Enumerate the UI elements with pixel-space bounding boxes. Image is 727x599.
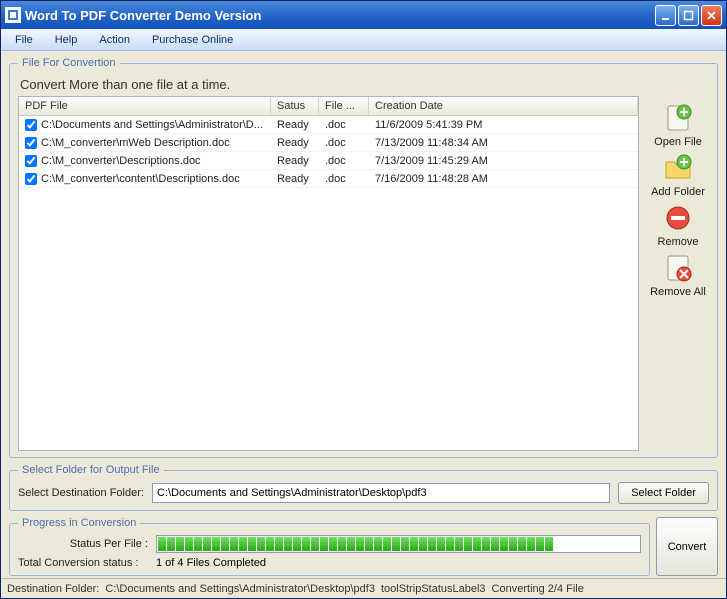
row-status: Ready <box>271 172 319 186</box>
row-created: 11/6/2009 5:41:39 PM <box>369 118 638 132</box>
table-row[interactable]: C:\M_converter\mWeb Description.doc Ready… <box>19 134 638 152</box>
maximize-button[interactable] <box>678 5 699 26</box>
open-file-label: Open File <box>654 136 702 148</box>
file-conversion-group: File For Convertion Convert More than on… <box>9 57 718 458</box>
table-body: C:\Documents and Settings\Administrator\… <box>19 116 638 188</box>
row-checkbox[interactable] <box>25 137 37 149</box>
client-area: File For Convertion Convert More than on… <box>1 51 726 578</box>
status-dest-value: C:\Documents and Settings\Administrator\… <box>105 583 375 595</box>
side-actions: Open File Add Folder Remove Remove All <box>647 96 709 451</box>
row-status: Ready <box>271 118 319 132</box>
menu-file[interactable]: File <box>5 31 43 49</box>
progress-group-legend: Progress in Conversion <box>18 517 140 529</box>
destination-label: Select Destination Folder: <box>18 487 144 499</box>
destination-input[interactable] <box>152 483 610 503</box>
convert-button[interactable]: Convert <box>656 517 718 576</box>
remove-button[interactable]: Remove <box>658 202 699 248</box>
row-checkbox[interactable] <box>25 119 37 131</box>
add-folder-button[interactable]: Add Folder <box>651 152 705 198</box>
remove-all-label: Remove All <box>650 286 706 298</box>
row-type: .doc <box>319 136 369 150</box>
minimize-button[interactable] <box>655 5 676 26</box>
row-type: .doc <box>319 154 369 168</box>
menubar: File Help Action Purchase Online <box>1 29 726 51</box>
row-created: 7/13/2009 11:48:34 AM <box>369 136 638 150</box>
table-header: PDF File Satus File ... Creation Date <box>19 97 638 116</box>
row-created: 7/16/2009 11:48:28 AM <box>369 172 638 186</box>
file-group-subtitle: Convert More than one file at a time. <box>20 77 709 92</box>
menu-help[interactable]: Help <box>45 31 88 49</box>
open-file-button[interactable]: Open File <box>654 102 702 148</box>
row-file: C:\M_converter\Descriptions.doc <box>41 155 201 167</box>
status-converting: Converting 2/4 File <box>492 583 584 595</box>
row-checkbox[interactable] <box>25 173 37 185</box>
row-checkbox[interactable] <box>25 155 37 167</box>
convert-label: Convert <box>668 541 707 553</box>
row-created: 7/13/2009 11:45:29 AM <box>369 154 638 168</box>
row-file: C:\M_converter\mWeb Description.doc <box>41 137 230 149</box>
window-title: Word To PDF Converter Demo Version <box>25 8 655 23</box>
row-type: .doc <box>319 118 369 132</box>
close-button[interactable] <box>701 5 722 26</box>
app-window: Word To PDF Converter Demo Version File … <box>0 0 727 599</box>
progress-group: Progress in Conversion Status Per File :… <box>9 517 650 576</box>
remove-label: Remove <box>658 236 699 248</box>
status-per-file-label: Status Per File : <box>18 538 148 550</box>
remove-all-button[interactable]: Remove All <box>650 252 706 298</box>
add-folder-label: Add Folder <box>651 186 705 198</box>
output-folder-group: Select Folder for Output File Select Des… <box>9 464 718 511</box>
app-icon <box>5 7 21 23</box>
menu-purchase[interactable]: Purchase Online <box>142 31 243 49</box>
output-group-legend: Select Folder for Output File <box>18 464 164 476</box>
col-created[interactable]: Creation Date <box>369 97 638 115</box>
file-group-legend: File For Convertion <box>18 57 120 69</box>
progress-bar <box>156 535 641 553</box>
status-strip: toolStripStatusLabel3 <box>381 583 486 595</box>
select-folder-button[interactable]: Select Folder <box>618 482 709 504</box>
window-controls <box>655 5 722 26</box>
table-row[interactable]: C:\Documents and Settings\Administrator\… <box>19 116 638 134</box>
open-file-icon <box>662 102 694 134</box>
row-status: Ready <box>271 154 319 168</box>
file-table[interactable]: PDF File Satus File ... Creation Date C:… <box>18 96 639 451</box>
col-file[interactable]: PDF File <box>19 97 271 115</box>
add-folder-icon <box>662 152 694 184</box>
row-status: Ready <box>271 136 319 150</box>
table-row[interactable]: C:\M_converter\Descriptions.doc Ready.doc… <box>19 152 638 170</box>
total-status-value: 1 of 4 Files Completed <box>156 557 266 569</box>
remove-icon <box>662 202 694 234</box>
titlebar[interactable]: Word To PDF Converter Demo Version <box>1 1 726 29</box>
col-status[interactable]: Satus <box>271 97 319 115</box>
total-status-label: Total Conversion status : <box>18 557 148 569</box>
row-type: .doc <box>319 172 369 186</box>
status-dest-label: Destination Folder: <box>7 583 99 595</box>
menu-action[interactable]: Action <box>89 31 140 49</box>
statusbar: Destination Folder: C:\Documents and Set… <box>1 578 726 598</box>
remove-all-icon <box>662 252 694 284</box>
row-file: C:\M_converter\content\Descriptions.doc <box>41 173 240 185</box>
table-row[interactable]: C:\M_converter\content\Descriptions.doc R… <box>19 170 638 188</box>
col-type[interactable]: File ... <box>319 97 369 115</box>
row-file: C:\Documents and Settings\Administrator\… <box>41 119 263 131</box>
